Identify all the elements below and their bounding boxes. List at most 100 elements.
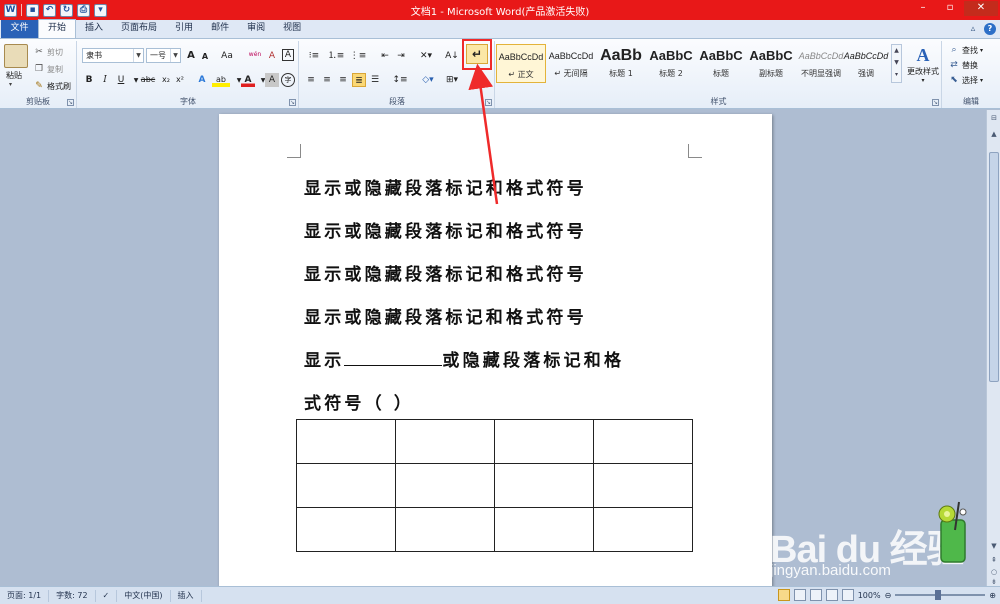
decrease-indent-icon[interactable]: ⇤ [378, 49, 392, 63]
zoom-slider-knob[interactable] [935, 590, 942, 600]
enclose-characters-icon[interactable]: 字 [281, 73, 295, 87]
table-cell[interactable] [296, 507, 396, 552]
increase-indent-icon[interactable]: ⇥ [394, 49, 408, 63]
style-normal[interactable]: AaBbCcDd ↵ 正文 [496, 44, 546, 83]
format-painter-button[interactable]: ✎ 格式刷 [33, 79, 71, 93]
zoom-out-icon[interactable]: ⊖ [885, 591, 892, 600]
tab-references[interactable]: 引用 [166, 20, 202, 38]
character-shading-icon[interactable]: A [265, 73, 279, 87]
paste-icon[interactable] [4, 44, 28, 68]
style-heading-2[interactable]: AaBbC 标题 2 [646, 44, 696, 83]
insert-mode[interactable]: 插入 [171, 589, 202, 602]
tab-file[interactable]: 文件 [1, 20, 38, 38]
document-line[interactable]: 显示或隐藏段落标记和格式符号 [304, 260, 587, 285]
cut-button[interactable]: ✂ 剪切 [33, 45, 63, 59]
zoom-in-icon[interactable]: ⊕ [989, 591, 996, 600]
table-cell[interactable] [494, 419, 594, 464]
scroll-up-icon[interactable]: ▲ [988, 128, 1000, 140]
table-cell[interactable] [494, 463, 594, 508]
character-border-icon[interactable]: A [282, 49, 294, 61]
text-effects-icon[interactable]: A [195, 73, 209, 87]
style-heading-1[interactable]: AaBb 标题 1 [596, 44, 646, 83]
word-app-icon[interactable]: W [4, 3, 17, 17]
phonetic-guide-icon[interactable]: wén [246, 48, 264, 62]
vertical-scrollbar[interactable]: ⊟ ▲ ▼ ⇞ ○ ⇟ [986, 110, 1000, 586]
style-subtitle[interactable]: AaBbC 副标题 [746, 44, 796, 83]
table-cell[interactable] [593, 463, 693, 508]
table-cell[interactable] [593, 507, 693, 552]
change-styles-button[interactable]: A 更改样式 ▾ [905, 44, 941, 94]
table-cell[interactable] [494, 507, 594, 552]
font-name-select[interactable]: 隶书 ▼ [82, 48, 144, 63]
document-line[interactable]: 式符号（ ） [304, 389, 414, 414]
font-color-icon[interactable]: A [241, 73, 255, 87]
ruler-toggle-icon[interactable]: ⊟ [988, 112, 1000, 124]
zoom-slider[interactable] [895, 590, 986, 600]
align-right-icon[interactable]: ≡ [336, 73, 350, 87]
change-case-icon[interactable]: Aa [218, 49, 236, 63]
tab-home[interactable]: 开始 [38, 19, 77, 38]
minimize-button[interactable]: – [910, 1, 936, 16]
bold-button[interactable]: B [82, 73, 96, 87]
style-title[interactable]: AaBbC 标题 [696, 44, 746, 83]
shading-icon[interactable]: ◇▾ [418, 73, 438, 87]
table-cell[interactable] [395, 463, 495, 508]
draft-view-icon[interactable] [841, 589, 854, 601]
tab-page-layout[interactable]: 页面布局 [112, 20, 166, 38]
paste-dropdown-icon[interactable]: ▾ [9, 81, 12, 88]
grow-font-icon[interactable]: A [184, 49, 198, 63]
style-emphasis[interactable]: AaBbCcDd 强调 [841, 44, 891, 83]
table-cell[interactable] [593, 419, 693, 464]
sort-icon[interactable]: A↓ [443, 49, 461, 63]
document-line[interactable]: 显示或隐藏段落标记和格式符号 [304, 303, 587, 328]
previous-page-icon[interactable]: ⇞ [988, 554, 1000, 566]
paragraph-launcher-icon[interactable]: ↘ [485, 99, 492, 106]
subscript-button[interactable]: x₂ [159, 73, 173, 87]
save-icon[interactable]: ▪ [26, 3, 39, 17]
print-layout-view-icon[interactable] [777, 589, 790, 601]
proofing-icon[interactable]: ✓ [96, 589, 118, 602]
borders-icon[interactable]: ⊞▾ [442, 73, 462, 87]
undo-icon[interactable]: ↶ [43, 3, 56, 17]
tab-review[interactable]: 审阅 [238, 20, 274, 38]
document-line[interactable]: 显示或隐藏段落标记和格式符号 [304, 174, 587, 199]
style-subtle-emphasis[interactable]: AaBbCcDd 不明显强调 [796, 44, 846, 83]
bullets-icon[interactable]: ⁝≡ [304, 49, 324, 63]
underline-button[interactable]: U [114, 73, 128, 87]
document-page[interactable]: 显示或隐藏段落标记和格式符号 显示或隐藏段落标记和格式符号 显示或隐藏段落标记和… [219, 114, 772, 586]
word-count[interactable]: 字数: 72 [49, 589, 96, 602]
document-line[interactable]: 显示或隐藏段落标记和格式符号 [304, 217, 587, 242]
full-screen-view-icon[interactable] [793, 589, 806, 601]
distributed-icon[interactable]: ☰ [368, 73, 382, 87]
print-preview-icon[interactable]: ⎙ [77, 3, 90, 17]
scrollbar-thumb[interactable] [989, 152, 999, 382]
align-center-icon[interactable]: ≡ [320, 73, 334, 87]
select-button[interactable]: ⬉ 选择 ▾ [948, 73, 983, 87]
table-cell[interactable] [395, 419, 495, 464]
chinese-layout-icon[interactable]: ✕▾ [416, 49, 436, 63]
table-cell[interactable] [296, 419, 396, 464]
numbering-icon[interactable]: ⒈≡ [326, 49, 346, 63]
tab-mailings[interactable]: 邮件 [202, 20, 238, 38]
close-button[interactable]: ✕ [964, 1, 998, 16]
align-left-icon[interactable]: ≡ [304, 73, 318, 87]
scroll-down-icon[interactable]: ▼ [988, 540, 1000, 552]
redo-icon[interactable]: ↻ [60, 3, 73, 17]
font-size-select[interactable]: 一号 ▼ [146, 48, 181, 63]
line-spacing-icon[interactable]: ↕≡ [390, 73, 410, 87]
collapse-ribbon-icon[interactable]: ▵ [967, 23, 979, 35]
replace-button[interactable]: ⇄ 替换 [948, 58, 978, 72]
justify-icon[interactable]: ≣ [352, 73, 366, 87]
clipboard-launcher-icon[interactable]: ↘ [67, 99, 74, 106]
document-line-with-blank[interactable]: 显示 或隐藏段落标记和格 [304, 346, 624, 371]
clear-formatting-icon[interactable]: A [265, 49, 279, 63]
help-icon[interactable]: ? [984, 23, 996, 35]
outline-view-icon[interactable] [825, 589, 838, 601]
language-indicator[interactable]: 中文(中国) [117, 589, 171, 602]
tab-view[interactable]: 视图 [274, 20, 310, 38]
tab-insert[interactable]: 插入 [76, 20, 112, 38]
paste-label[interactable]: 粘贴 [6, 70, 22, 81]
multilevel-list-icon[interactable]: ⋮≡ [348, 49, 368, 63]
style-no-spacing[interactable]: AaBbCcDd ↵ 无间隔 [546, 44, 596, 83]
strikethrough-button[interactable]: abc [139, 73, 157, 87]
